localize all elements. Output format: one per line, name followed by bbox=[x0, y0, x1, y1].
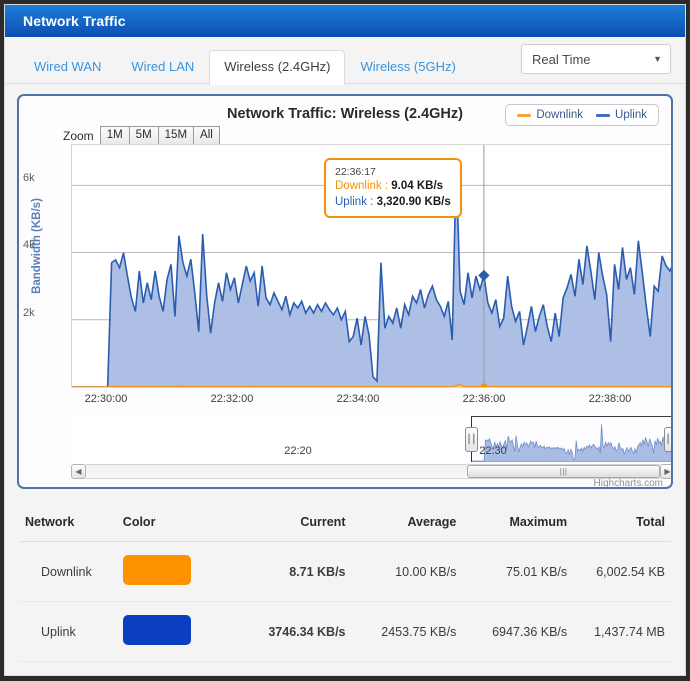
zoom-button-all[interactable]: All bbox=[193, 126, 220, 146]
cell-color-downlink bbox=[116, 541, 241, 602]
stats-table-container: Network Color Current Average Maximum To… bbox=[5, 497, 685, 662]
cell-network-downlink: Downlink bbox=[19, 541, 117, 602]
cell-maximum-downlink: 75.01 KB/s bbox=[462, 541, 574, 602]
uplink-point-marker bbox=[478, 269, 490, 282]
cell-color-uplink bbox=[116, 601, 241, 662]
stats-table: Network Color Current Average Maximum To… bbox=[19, 501, 671, 662]
y-tick-label: 2k bbox=[23, 307, 35, 320]
x-tick-label: 22:34:00 bbox=[336, 393, 380, 405]
header-maximum: Maximum bbox=[462, 501, 574, 542]
cell-total-uplink: 1,437.74 MB bbox=[573, 601, 671, 662]
chart-panel-container: Network Traffic: Wireless (2.4GHz) Downl… bbox=[5, 84, 685, 497]
y-tick-label: 4k bbox=[23, 239, 35, 252]
scrollbar-thumb[interactable]: ||| bbox=[467, 465, 660, 478]
legend-color-downlink bbox=[517, 113, 532, 117]
navigator-time-label-2: 22:30 bbox=[479, 445, 507, 457]
header-total: Total bbox=[573, 501, 671, 542]
tab-bar: Wired WAN Wired LAN Wireless (2.4GHz) Wi… bbox=[5, 37, 685, 85]
tab-wired-lan[interactable]: Wired LAN bbox=[116, 50, 209, 84]
header-color: Color bbox=[116, 501, 241, 542]
navigator-handle-right[interactable]: ⎮⎮ bbox=[664, 427, 671, 452]
zoom-button-1m[interactable]: 1M bbox=[99, 126, 130, 146]
x-tick-label: 22:30:00 bbox=[84, 393, 128, 405]
cell-average-uplink: 2453.75 KB/s bbox=[351, 601, 463, 662]
table-header-row: Network Color Current Average Maximum To… bbox=[19, 501, 671, 542]
traffic-area-chart bbox=[72, 145, 671, 387]
tab-wireless-24ghz[interactable]: Wireless (2.4GHz) bbox=[209, 49, 346, 85]
navigator-dimmed-region bbox=[71, 416, 473, 462]
table-row: Uplink 3746.34 KB/s 2453.75 KB/s 6947.36… bbox=[19, 601, 671, 662]
range-select-wrapper: Real Time ▼ bbox=[521, 44, 671, 74]
x-tick-label: 22:32:00 bbox=[210, 393, 254, 405]
plot-wrapper: Bandwidth (KB/s) 2k 4k 6k 22:30:00 22:32:00… bbox=[19, 144, 671, 487]
scrollbar-track[interactable]: ||| bbox=[86, 464, 660, 479]
legend-label-downlink: Downlink bbox=[536, 109, 584, 121]
table-row: Downlink 8.71 KB/s 10.00 KB/s 75.01 KB/s… bbox=[19, 541, 671, 602]
tab-wireless-5ghz[interactable]: Wireless (5GHz) bbox=[345, 50, 470, 84]
plot-area[interactable] bbox=[71, 144, 671, 388]
chart-navigator[interactable]: ⎮⎮ ⎮⎮ 22:20 22:30 bbox=[71, 416, 671, 463]
legend-item-downlink[interactable]: Downlink bbox=[517, 109, 583, 121]
zoom-button-5m[interactable]: 5M bbox=[128, 126, 159, 146]
time-range-value: Real Time bbox=[532, 51, 591, 67]
navigator-handle-left[interactable]: ⎮⎮ bbox=[465, 427, 478, 452]
uplink-area bbox=[72, 165, 671, 387]
x-tick-label: 22:38:00 bbox=[588, 393, 632, 405]
navigator-time-label-1: 22:20 bbox=[284, 445, 312, 457]
tab-wired-wan[interactable]: Wired WAN bbox=[19, 50, 116, 84]
chart-panel: Network Traffic: Wireless (2.4GHz) Downl… bbox=[17, 94, 673, 489]
header-current: Current bbox=[240, 501, 352, 542]
x-tick-label: 22:36:00 bbox=[462, 393, 506, 405]
chart-scrollbar[interactable]: ◀ ||| ▶ bbox=[71, 464, 671, 479]
chevron-down-icon: ▼ bbox=[653, 54, 662, 64]
cell-maximum-uplink: 6947.36 KB/s bbox=[462, 601, 574, 662]
cell-average-downlink: 10.00 KB/s bbox=[351, 541, 463, 602]
legend-color-uplink bbox=[596, 113, 611, 117]
header-network: Network bbox=[19, 501, 117, 542]
header-average: Average bbox=[351, 501, 463, 542]
y-tick-label: 6k bbox=[23, 171, 35, 184]
time-range-select[interactable]: Real Time ▼ bbox=[521, 44, 671, 74]
arrow-right-icon[interactable]: ▶ bbox=[660, 464, 671, 479]
cell-current-uplink: 3746.34 KB/s bbox=[240, 601, 352, 662]
cell-current-downlink: 8.71 KB/s bbox=[240, 541, 352, 602]
cell-total-downlink: 6,002.54 KB bbox=[573, 541, 671, 602]
window-titlebar: Network Traffic bbox=[5, 5, 685, 37]
legend-label-uplink: Uplink bbox=[615, 109, 647, 121]
network-traffic-window: Network Traffic Wired WAN Wired LAN Wire… bbox=[4, 4, 686, 676]
color-swatch-downlink[interactable] bbox=[122, 555, 191, 585]
chart-legend[interactable]: Downlink Uplink bbox=[505, 104, 659, 126]
zoom-button-15m[interactable]: 15M bbox=[157, 126, 195, 146]
legend-item-uplink[interactable]: Uplink bbox=[596, 109, 647, 121]
highcharts-credit[interactable]: Highcharts.com bbox=[594, 478, 663, 487]
zoom-label: Zoom bbox=[63, 128, 94, 143]
zoom-button-group: 1M 5M 15M All bbox=[99, 126, 220, 146]
zoom-range-selector: Zoom 1M 5M 15M All bbox=[63, 126, 220, 146]
color-swatch-uplink[interactable] bbox=[122, 615, 191, 645]
cell-network-uplink: Uplink bbox=[19, 601, 117, 662]
arrow-left-icon[interactable]: ◀ bbox=[71, 464, 86, 479]
window-title: Network Traffic bbox=[23, 13, 126, 29]
